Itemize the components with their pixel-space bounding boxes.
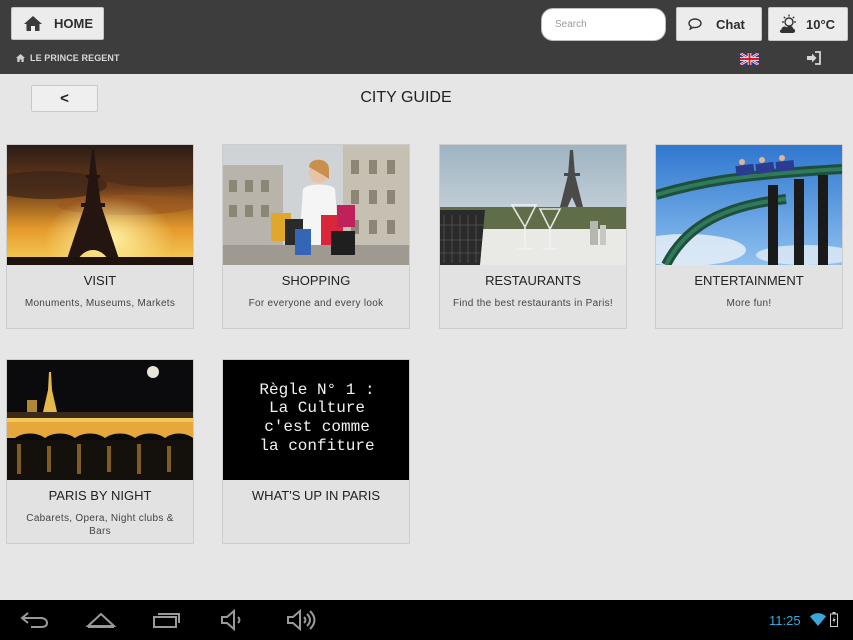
chat-icon xyxy=(688,18,702,30)
home-icon xyxy=(22,15,44,32)
search-input[interactable] xyxy=(542,9,665,40)
system-nav-bar: 11:25 xyxy=(0,600,853,640)
card-subtitle: Monuments, Museums, Markets xyxy=(24,298,176,309)
battery-icon xyxy=(830,612,838,632)
volume-up-icon[interactable] xyxy=(286,609,316,631)
rollercoaster-image xyxy=(656,145,842,265)
eiffel-sunset-image xyxy=(7,145,193,265)
card-title: PARIS BY NIGHT xyxy=(48,488,152,503)
top-bar: HOME Chat 10°C LE PRINCE REG xyxy=(0,0,853,74)
home-nav-icon[interactable] xyxy=(85,609,117,629)
volume-down-icon[interactable] xyxy=(220,609,246,631)
paris-night-image xyxy=(7,360,193,480)
shopping-woman-image xyxy=(223,145,409,265)
card-subtitle: More fun! xyxy=(726,298,772,309)
poster-line: la confiture xyxy=(259,437,374,455)
temperature-label: 10°C xyxy=(806,16,836,32)
breadcrumb-label: LE PRINCE REGENT xyxy=(30,53,120,63)
card-title: VISIT xyxy=(83,273,117,288)
category-card-entertainment[interactable]: ENTERTAINMENT More fun! xyxy=(655,144,843,329)
wifi-icon xyxy=(810,613,826,631)
restaurant-eiffel-image xyxy=(440,145,626,265)
category-card-restaurants[interactable]: RESTAURANTS Find the best restaurants in… xyxy=(439,144,627,329)
card-title: WHAT'S UP IN PARIS xyxy=(251,488,381,503)
poster-image: Règle N° 1 : La Culture c'est comme la c… xyxy=(223,360,409,480)
category-card-shopping[interactable]: SHOPPING For everyone and every look xyxy=(222,144,410,329)
category-card-whats-up[interactable]: Règle N° 1 : La Culture c'est comme la c… xyxy=(222,359,410,544)
category-card-paris-by-night[interactable]: PARIS BY NIGHT Cabarets, Opera, Night cl… xyxy=(6,359,194,544)
uk-flag-icon[interactable] xyxy=(739,51,760,67)
breadcrumb[interactable]: LE PRINCE REGENT xyxy=(16,53,120,63)
chat-label: Chat xyxy=(716,16,745,32)
card-subtitle: Find the best restaurants in Paris! xyxy=(452,298,614,309)
category-card-visit[interactable]: VISIT Monuments, Museums, Markets xyxy=(6,144,194,329)
recent-apps-icon[interactable] xyxy=(152,609,182,629)
back-button[interactable]: < xyxy=(31,85,98,112)
chat-button[interactable]: Chat xyxy=(676,7,762,41)
home-label: HOME xyxy=(54,16,93,31)
poster-line: La Culture xyxy=(269,399,365,417)
page-title: CITY GUIDE xyxy=(360,89,452,106)
poster-line: Règle N° 1 : xyxy=(259,381,374,399)
search-box[interactable] xyxy=(541,8,666,41)
card-title: RESTAURANTS xyxy=(485,273,581,288)
home-button[interactable]: HOME xyxy=(11,7,104,40)
home-small-icon xyxy=(16,54,25,62)
back-nav-icon[interactable] xyxy=(19,609,49,629)
sign-in-icon[interactable] xyxy=(806,51,822,70)
partly-cloudy-icon xyxy=(778,14,802,34)
card-subtitle: For everyone and every look xyxy=(248,298,384,309)
poster-line: c'est comme xyxy=(264,418,370,436)
card-subtitle: Cabarets, Opera, Night clubs & Bars xyxy=(26,513,174,537)
clock-label: 11:25 xyxy=(769,613,801,628)
weather-widget[interactable]: 10°C xyxy=(768,7,848,41)
card-title: SHOPPING xyxy=(281,273,351,288)
card-title: ENTERTAINMENT xyxy=(694,273,804,288)
